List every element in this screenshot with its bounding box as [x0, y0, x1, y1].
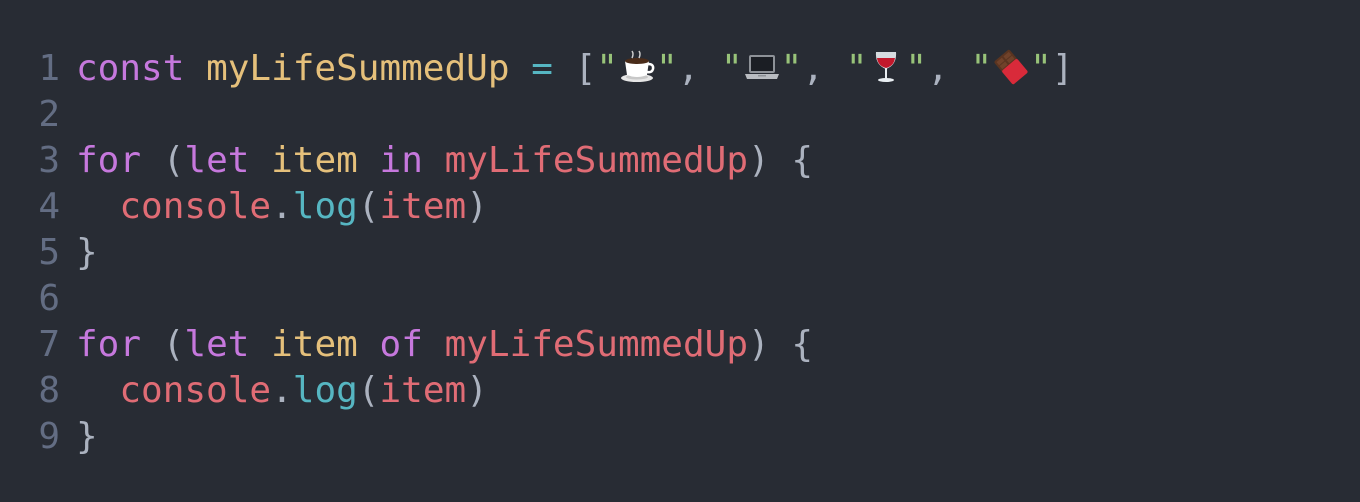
open-paren: (: [357, 185, 380, 227]
open-paren: (: [162, 139, 185, 181]
code-line-8: 8 console.log(item): [0, 367, 1360, 413]
code-editor[interactable]: 1 const myLifeSummedUp = [" ", " ", " ",…: [0, 0, 1360, 502]
code-line-5: 5 }: [0, 229, 1360, 275]
variable-reference: console: [119, 369, 272, 411]
line-number: 2: [38, 93, 60, 135]
keyword-let: let: [184, 323, 250, 365]
string-quote: ": [905, 47, 928, 89]
code-content: const myLifeSummedUp = [" ", " ", " ", ": [76, 48, 1074, 89]
function-call: log: [292, 185, 358, 227]
close-brace: }: [76, 231, 98, 273]
keyword-let: let: [184, 139, 250, 181]
close-paren: ): [748, 139, 770, 181]
close-paren: ): [748, 323, 770, 365]
operator-equals: =: [531, 47, 553, 89]
wine-glass-icon: [876, 51, 897, 82]
string-quote: ": [596, 47, 618, 89]
open-bracket: [: [574, 47, 597, 89]
string-quote: ": [845, 47, 868, 89]
coffee-cup-icon: [620, 50, 655, 82]
variable-reference: console: [119, 185, 272, 227]
line-number: 5: [38, 231, 60, 273]
string-quote: ": [970, 47, 993, 89]
keyword-for: for: [76, 323, 142, 365]
variable-declaration: item: [271, 323, 358, 365]
close-paren: ): [466, 185, 488, 227]
code-line-1: 1 const myLifeSummedUp = [" ", " ", " ",…: [0, 45, 1360, 91]
code-content: for (let item of myLifeSummedUp) {: [76, 324, 813, 365]
line-number: 4: [38, 185, 60, 227]
code-content: console.log(item): [76, 186, 488, 227]
open-paren: (: [357, 369, 380, 411]
line-number: 7: [38, 323, 60, 365]
variable-declaration: item: [271, 139, 358, 181]
code-line-9: 9 }: [0, 413, 1360, 459]
close-bracket: ]: [1051, 47, 1074, 89]
string-quote: ": [1030, 47, 1052, 89]
chocolate-bar-icon: [994, 49, 1028, 84]
keyword-const: const: [76, 47, 185, 89]
string-quote: ": [720, 47, 743, 89]
line-number: 9: [38, 415, 60, 457]
open-brace: {: [791, 139, 814, 181]
line-number: 8: [38, 369, 60, 411]
variable-reference: myLifeSummedUp: [444, 139, 748, 181]
variable-declaration: myLifeSummedUp: [206, 47, 510, 89]
keyword-for: for: [76, 139, 142, 181]
variable-reference: item: [379, 185, 467, 227]
line-number: 1: [38, 47, 60, 89]
line-number: 6: [38, 277, 60, 319]
variable-reference: myLifeSummedUp: [444, 323, 748, 365]
close-brace: }: [76, 415, 98, 457]
function-call: log: [292, 369, 358, 411]
code-content: }: [76, 416, 98, 457]
code-content: for (let item in myLifeSummedUp) {: [76, 140, 813, 181]
keyword-in: in: [379, 139, 423, 181]
code-content: }: [76, 232, 98, 273]
code-line-2: 2: [0, 91, 1360, 137]
code-line-6: 6: [0, 275, 1360, 321]
keyword-of: of: [379, 323, 423, 365]
code-line-4: 4 console.log(item): [0, 183, 1360, 229]
comma: ,: [677, 47, 721, 89]
close-paren: ): [466, 369, 488, 411]
code-line-3: 3 for (let item in myLifeSummedUp) {: [0, 137, 1360, 183]
string-quote: ": [780, 47, 803, 89]
variable-reference: item: [379, 369, 467, 411]
code-content: console.log(item): [76, 370, 488, 411]
string-quote: ": [655, 47, 678, 89]
laptop-icon: [744, 54, 779, 79]
open-brace: {: [791, 323, 814, 365]
comma: ,: [927, 47, 971, 89]
line-number: 3: [38, 139, 60, 181]
comma: ,: [802, 47, 846, 89]
dot: .: [271, 369, 293, 411]
code-line-7: 7 for (let item of myLifeSummedUp) {: [0, 321, 1360, 367]
dot: .: [271, 185, 293, 227]
open-paren: (: [162, 323, 185, 365]
